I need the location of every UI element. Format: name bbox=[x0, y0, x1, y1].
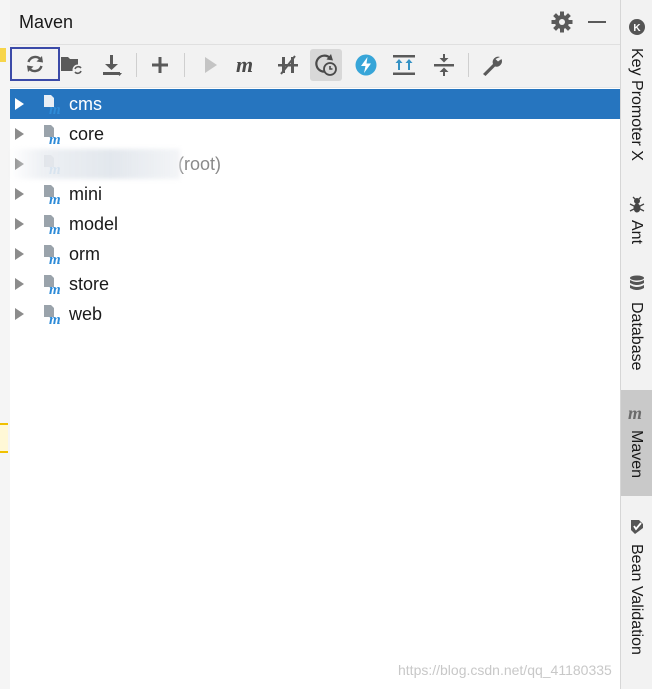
expand-all-icon bbox=[393, 55, 415, 75]
tree-item-label: cms bbox=[69, 94, 102, 114]
play-icon bbox=[205, 57, 217, 73]
refresh-icon bbox=[27, 55, 43, 73]
tree-item-label: core bbox=[69, 124, 105, 144]
side-tab-maven[interactable]: m Maven bbox=[621, 390, 652, 496]
svg-text:m: m bbox=[628, 404, 642, 422]
svg-text:m: m bbox=[49, 282, 61, 295]
side-tab-key-promoter-x[interactable]: K Key Promoter X bbox=[621, 4, 652, 172]
offline-icon bbox=[278, 55, 298, 75]
expand-arrow-icon[interactable] bbox=[15, 188, 24, 200]
right-tool-strip: K Key Promoter X Ant Database m Maven Bean Val… bbox=[620, 0, 652, 689]
panel-title: Maven bbox=[19, 12, 74, 32]
maven-tool-window: Maven m m cms m core (root) m mini m mod… bbox=[10, 0, 620, 689]
execute-goal-button[interactable]: m bbox=[232, 49, 264, 81]
generate-sources-button[interactable] bbox=[56, 49, 88, 81]
wrench-icon bbox=[483, 56, 502, 76]
toolbar-separator bbox=[468, 53, 469, 77]
clock-refresh-icon bbox=[315, 54, 337, 76]
expand-arrow-icon[interactable] bbox=[15, 308, 24, 320]
svg-text:m: m bbox=[49, 222, 61, 235]
bean-validation-icon bbox=[628, 518, 646, 536]
side-tab-database[interactable]: Database bbox=[621, 264, 652, 380]
tree-row[interactable]: m store bbox=[10, 269, 620, 299]
tree-item-label: store bbox=[69, 274, 110, 294]
gear-icon[interactable] bbox=[550, 10, 574, 34]
database-icon bbox=[628, 274, 646, 292]
run-button[interactable] bbox=[194, 49, 226, 81]
settings-button[interactable] bbox=[476, 49, 508, 81]
expand-arrow-icon[interactable] bbox=[15, 278, 24, 290]
svg-text:m: m bbox=[49, 132, 61, 145]
tree-row[interactable]: m(root) bbox=[10, 149, 620, 179]
side-tab-label: Key Promoter X bbox=[628, 48, 645, 161]
expand-arrow-icon[interactable] bbox=[15, 218, 24, 230]
maven-module-icon: m bbox=[42, 123, 64, 148]
tree-row[interactable]: m core bbox=[10, 119, 620, 149]
show-dependencies-button[interactable] bbox=[350, 49, 382, 81]
tree-row[interactable]: m cms bbox=[10, 89, 620, 119]
editor-marker bbox=[0, 48, 6, 62]
side-tab-label: Bean Validation bbox=[628, 544, 645, 655]
minimize-icon[interactable] bbox=[588, 21, 606, 23]
toggle-offline-button[interactable] bbox=[272, 49, 304, 81]
ant-icon bbox=[628, 196, 646, 214]
side-tab-bean-validation[interactable]: Bean Validation bbox=[621, 506, 652, 682]
svg-text:m: m bbox=[49, 252, 61, 265]
side-tab-ant[interactable]: Ant bbox=[621, 186, 652, 258]
plus-icon bbox=[152, 57, 168, 73]
tree-item-label: model bbox=[69, 214, 119, 234]
key-promoter-icon: K bbox=[628, 18, 646, 36]
toolbar-separator bbox=[136, 53, 137, 77]
obscured-label bbox=[10, 149, 180, 179]
lightning-icon bbox=[355, 54, 377, 76]
collapse-all-icon bbox=[434, 54, 454, 76]
expand-arrow-icon[interactable] bbox=[15, 98, 24, 110]
tree-item-label: web bbox=[69, 304, 103, 324]
expand-arrow-icon[interactable] bbox=[15, 128, 24, 140]
tree-row[interactable]: m orm bbox=[10, 239, 620, 269]
skip-tests-button[interactable] bbox=[310, 49, 342, 81]
expand-all-button[interactable] bbox=[388, 49, 420, 81]
tree-row[interactable]: m mini bbox=[10, 179, 620, 209]
svg-text:m: m bbox=[49, 192, 61, 205]
maven-module-icon: m bbox=[42, 93, 64, 118]
svg-text:m: m bbox=[49, 312, 61, 325]
maven-module-icon: m bbox=[42, 273, 64, 298]
tree-row[interactable]: m model bbox=[10, 209, 620, 239]
reload-all-projects-button[interactable] bbox=[10, 47, 60, 81]
collapse-all-button[interactable] bbox=[428, 49, 460, 81]
maven-m-icon: m bbox=[236, 54, 253, 76]
toolbar-separator bbox=[184, 53, 185, 77]
download-icon bbox=[103, 55, 122, 76]
editor-highlight bbox=[0, 423, 8, 453]
side-tab-label: Ant bbox=[628, 220, 645, 245]
root-suffix: (root) bbox=[178, 154, 222, 174]
maven-projects-tree: mcmsmcorem(root)mminimmodelmormmstoremwe… bbox=[10, 89, 620, 329]
maven-module-icon: m bbox=[42, 243, 64, 268]
svg-text:m: m bbox=[49, 102, 61, 115]
watermark: https://blog.csdn.net/qq_41180335 bbox=[398, 662, 612, 678]
side-tab-label: Maven bbox=[628, 430, 645, 479]
tree-item-label: mini bbox=[69, 184, 103, 204]
add-project-button[interactable] bbox=[144, 49, 176, 81]
tree-item-label: (root) bbox=[178, 154, 221, 175]
maven-module-icon: m bbox=[42, 183, 64, 208]
maven-module-icon: m bbox=[42, 303, 64, 328]
panel-header: Maven bbox=[10, 0, 620, 45]
maven-toolbar: m bbox=[10, 45, 620, 88]
maven-m-icon: m bbox=[628, 403, 646, 423]
folder-refresh-icon bbox=[61, 57, 84, 76]
expand-arrow-icon[interactable] bbox=[15, 248, 24, 260]
tree-row[interactable]: m web bbox=[10, 299, 620, 329]
tree-item-label: orm bbox=[69, 244, 100, 264]
svg-text:K: K bbox=[633, 23, 641, 34]
svg-text:m: m bbox=[236, 54, 253, 76]
download-sources-button[interactable] bbox=[96, 49, 128, 81]
side-tab-label: Database bbox=[628, 302, 645, 371]
maven-module-icon: m bbox=[42, 213, 64, 238]
